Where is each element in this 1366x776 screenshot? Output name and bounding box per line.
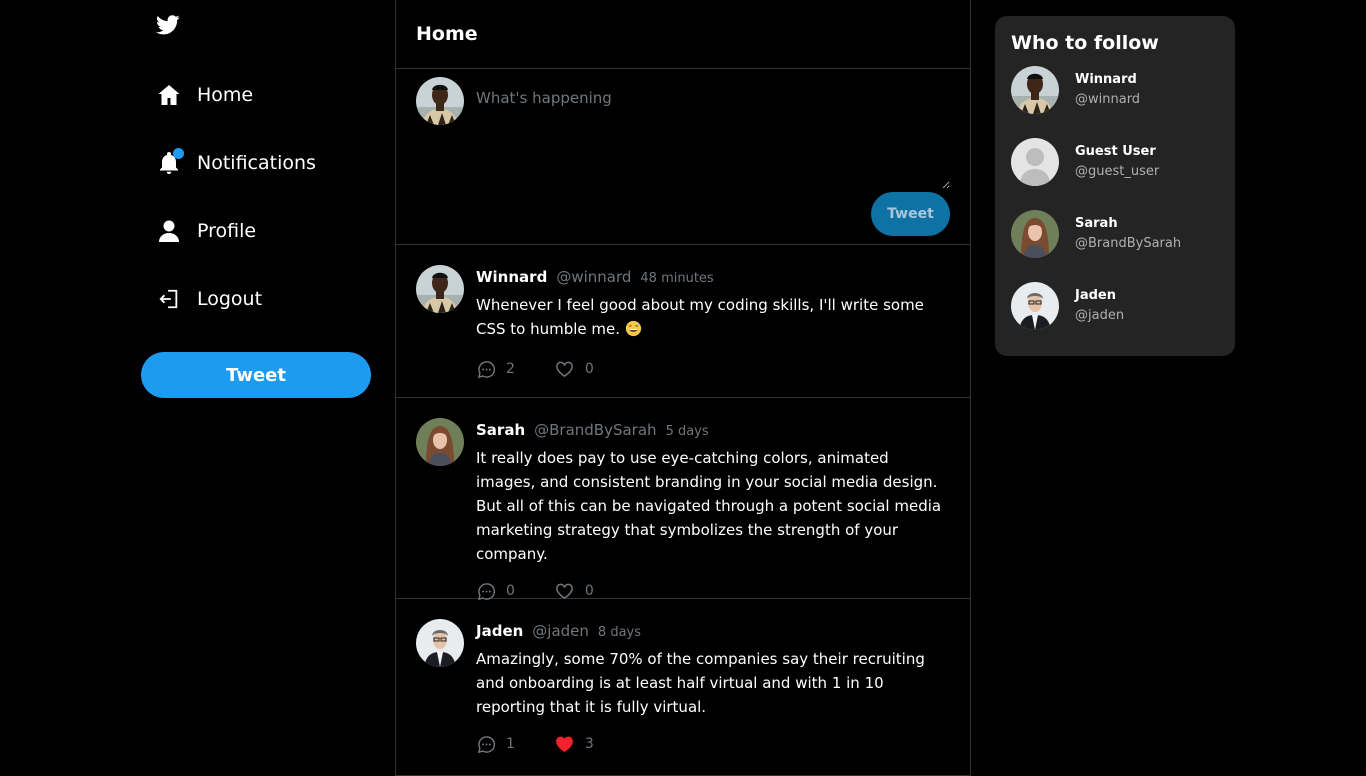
tweet-input[interactable] xyxy=(476,89,950,189)
tweet-item: Sarah @BrandBySarah 5 days It really doe… xyxy=(396,398,970,601)
follow-handle: @BrandBySarah xyxy=(1075,236,1182,251)
follow-handle: @jaden xyxy=(1075,308,1125,323)
tweet-timestamp: 5 days xyxy=(665,424,709,439)
twitter-bird-icon[interactable] xyxy=(156,15,182,39)
like-button[interactable]: 0 xyxy=(555,581,594,601)
reply-button[interactable]: 2 xyxy=(476,359,515,379)
nav-logout[interactable]: Logout xyxy=(156,279,262,319)
tweet-actions: 1 3 xyxy=(476,731,950,757)
home-icon xyxy=(156,82,182,108)
heart-icon xyxy=(555,359,575,379)
sidebar: Home Notifications Profile Logout Tweet xyxy=(141,0,371,776)
feed: Home Tweet Winnard @winnard 48 minutes W… xyxy=(395,0,971,776)
like-count: 0 xyxy=(584,361,594,377)
sidebar-tweet-button[interactable]: Tweet xyxy=(141,352,371,398)
like-count: 0 xyxy=(584,583,594,599)
tweet-author-name[interactable]: Sarah xyxy=(476,418,525,442)
tweet-item: Jaden @jaden 8 days Amazingly, some 70% … xyxy=(396,599,970,776)
tweet-item: Winnard @winnard 48 minutes Whenever I f… xyxy=(396,245,970,398)
who-to-follow-panel: Who to follow Winnard @winnard Guest Use… xyxy=(995,16,1235,356)
follow-suggestion[interactable]: Winnard @winnard xyxy=(1011,66,1219,114)
tweet-author-name[interactable]: Jaden xyxy=(476,619,523,643)
comment-icon xyxy=(476,734,496,754)
like-count: 3 xyxy=(584,736,594,752)
tweet-composer: Tweet xyxy=(396,69,970,245)
avatar[interactable] xyxy=(416,619,464,667)
like-button[interactable]: 3 xyxy=(555,734,594,754)
tweet-text: Whenever I feel good about my coding ski… xyxy=(476,293,950,344)
who-to-follow-title: Who to follow xyxy=(1011,32,1159,54)
avatar[interactable] xyxy=(416,418,464,466)
nav-label-notifications: Notifications xyxy=(197,152,316,174)
avatar xyxy=(1011,66,1059,114)
compose-tweet-button[interactable]: Tweet xyxy=(871,192,950,236)
tweet-actions: 2 0 xyxy=(476,356,950,382)
nav-profile[interactable]: Profile xyxy=(156,211,256,251)
follow-suggestion[interactable]: Guest User @guest_user xyxy=(1011,138,1219,186)
grinning-sweat-emoji xyxy=(625,320,642,344)
nav-label-logout: Logout xyxy=(197,288,263,310)
nav-label-profile: Profile xyxy=(197,220,257,242)
app-root: Home Notifications Profile Logout Tweet xyxy=(0,0,1366,776)
avatar[interactable] xyxy=(416,77,464,125)
nav-label-home: Home xyxy=(197,84,254,106)
heart-filled-icon xyxy=(555,734,575,754)
tweet-author-name[interactable]: Winnard xyxy=(476,265,547,289)
unread-badge xyxy=(173,148,184,159)
comment-icon xyxy=(476,359,496,379)
tweet-text: Amazingly, some 70% of the companies say… xyxy=(476,650,925,716)
follow-name: Sarah xyxy=(1075,216,1118,231)
page-title: Home xyxy=(416,23,478,45)
avatar xyxy=(1011,210,1059,258)
tweet-author-handle[interactable]: @jaden xyxy=(532,619,589,643)
tweet-header: Sarah @BrandBySarah 5 days xyxy=(476,418,950,442)
follow-suggestion[interactable]: Sarah @BrandBySarah xyxy=(1011,210,1219,258)
follow-name: Guest User xyxy=(1075,144,1156,159)
comment-icon xyxy=(476,581,496,601)
reply-button[interactable]: 0 xyxy=(476,581,515,601)
reply-count: 1 xyxy=(506,736,515,752)
heart-icon xyxy=(555,581,575,601)
tweet-timestamp: 48 minutes xyxy=(640,271,714,286)
follow-name: Winnard xyxy=(1075,72,1137,87)
follow-handle: @guest_user xyxy=(1075,164,1160,179)
tweet-header: Jaden @jaden 8 days xyxy=(476,619,950,643)
avatar xyxy=(1011,138,1059,186)
nav-home[interactable]: Home xyxy=(156,75,253,115)
tweet-timestamp: 8 days xyxy=(597,625,642,640)
reply-count: 2 xyxy=(506,361,515,377)
follow-suggestion[interactable]: Jaden @jaden xyxy=(1011,282,1219,330)
tweet-text: It really does pay to use eye-catching c… xyxy=(476,449,942,563)
reply-count: 0 xyxy=(506,583,515,599)
follow-handle: @winnard xyxy=(1075,92,1141,107)
nav-notifications[interactable]: Notifications xyxy=(156,143,316,183)
reply-button[interactable]: 1 xyxy=(476,734,515,754)
tweet-text-content: Whenever I feel good about my coding ski… xyxy=(476,296,924,338)
tweet-author-handle[interactable]: @BrandBySarah xyxy=(534,418,656,442)
like-button[interactable]: 0 xyxy=(555,359,594,379)
bell-icon xyxy=(156,148,184,176)
feed-header: Home xyxy=(396,0,970,69)
user-icon xyxy=(156,218,182,244)
follow-name: Jaden xyxy=(1075,288,1116,303)
tweet-header: Winnard @winnard 48 minutes xyxy=(476,265,950,289)
tweet-author-handle[interactable]: @winnard xyxy=(556,265,631,289)
logout-icon xyxy=(156,286,182,312)
avatar xyxy=(1011,282,1059,330)
avatar[interactable] xyxy=(416,265,464,313)
